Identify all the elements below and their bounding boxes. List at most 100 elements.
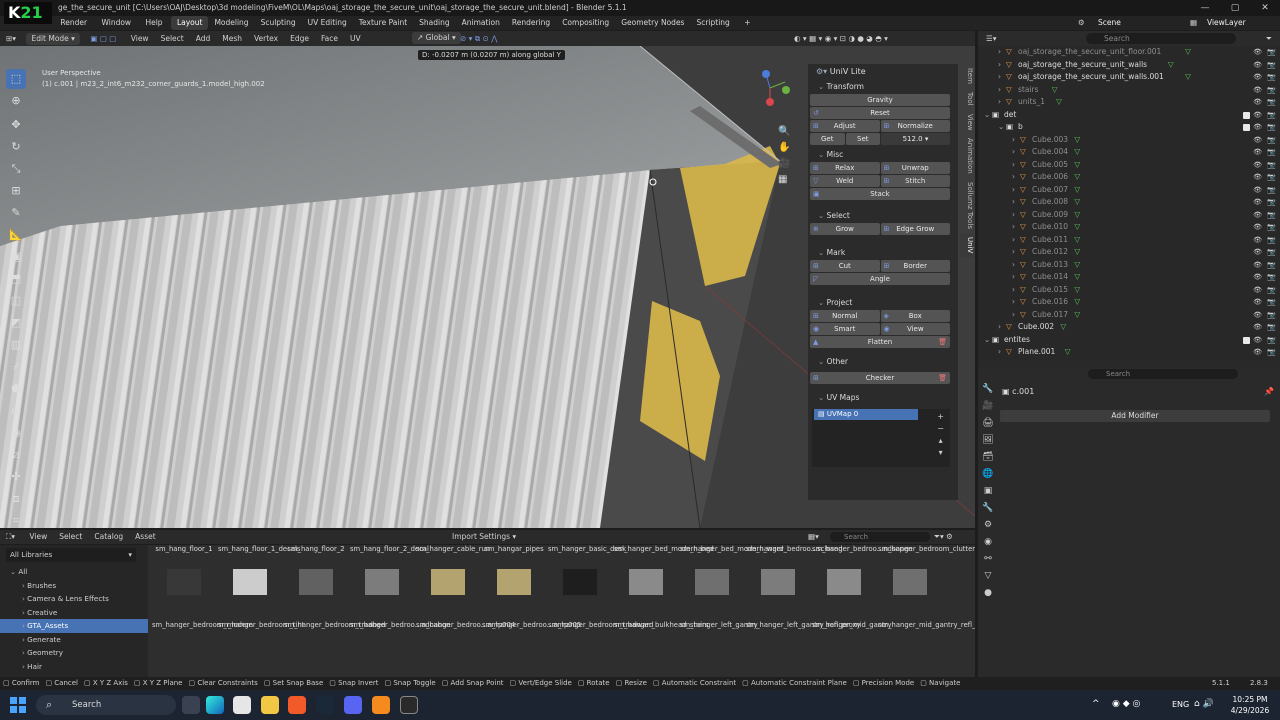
render-camera-icon[interactable]: 📷: [1267, 146, 1276, 159]
menu-render[interactable]: Render: [54, 16, 93, 30]
expand-arrow-icon[interactable]: ›: [1012, 196, 1015, 209]
properties-tabs[interactable]: 🔧 🎥 🖨 🖼 🗃 🌐 ▣ 🔧 ⚙ ◉ ⚯ ▽ ●: [980, 381, 996, 602]
asset-item[interactable]: sm_hanger_bed_modern_ward: [680, 545, 784, 605]
expand-arrow-icon[interactable]: ›: [1012, 221, 1015, 234]
asset-item[interactable]: sm_hang_floor_1: [152, 545, 216, 605]
catalog-item[interactable]: › Geometry: [0, 646, 148, 660]
render-camera-icon[interactable]: 📷: [1267, 121, 1276, 134]
render-camera-icon[interactable]: 📷: [1267, 196, 1276, 209]
outliner-row[interactable]: › ▽ Cube.003 ▽ 👁 📷: [978, 134, 1280, 147]
language-indicator[interactable]: ENG: [1172, 700, 1189, 709]
visibility-eye-icon[interactable]: 👁: [1253, 134, 1262, 147]
edge-browser-icon[interactable]: [206, 696, 224, 714]
uvmap-side-controls[interactable]: + − ▴ ▾: [937, 411, 944, 459]
project-header[interactable]: Project: [808, 295, 958, 310]
outliner-row[interactable]: ⌄ ▣ b 👁 📷: [978, 121, 1280, 134]
uvmap-list[interactable]: ▤ UVMap 0 + − ▴ ▾: [812, 409, 950, 467]
editor-type-icon[interactable]: ⊞▾: [0, 31, 22, 46]
visibility-eye-icon[interactable]: 👁: [1253, 196, 1262, 209]
normal-button[interactable]: ⊞ Normal: [810, 310, 880, 322]
visibility-eye-icon[interactable]: 👁: [1253, 184, 1262, 197]
outliner-search[interactable]: Search: [1086, 33, 1236, 44]
exclude-checkbox[interactable]: [1243, 111, 1250, 119]
tab-modeling[interactable]: Modeling: [208, 16, 254, 30]
tab-scripting[interactable]: Scripting: [690, 16, 735, 30]
transform-icon[interactable]: ⊞: [6, 181, 26, 201]
sidebar-tab-view[interactable]: View: [960, 110, 974, 135]
asset-item[interactable]: sm_hanger_bedroom_tradward: [548, 621, 653, 629]
add-workspace-icon[interactable]: +: [738, 16, 756, 30]
sidebar-tab-animation[interactable]: Animation: [960, 134, 974, 178]
render-camera-icon[interactable]: 📷: [1267, 334, 1276, 347]
unwrap-button[interactable]: ⊞ Unwrap: [880, 162, 950, 174]
rip-icon[interactable]: ⌗: [6, 511, 26, 531]
menu-vertex[interactable]: Vertex: [248, 31, 284, 46]
expand-arrow-icon[interactable]: ⌄: [984, 109, 990, 122]
expand-arrow-icon[interactable]: ›: [1012, 146, 1015, 159]
catalog-item[interactable]: ⌄ All: [0, 565, 148, 579]
other-header[interactable]: Other: [808, 354, 958, 369]
expand-arrow-icon[interactable]: ›: [998, 46, 1001, 59]
outliner-row[interactable]: › ▽ Cube.007 ▽ 👁 📷: [978, 184, 1280, 197]
move-icon[interactable]: ✥: [6, 115, 26, 135]
filter-icon[interactable]: ⏷: [1266, 31, 1272, 46]
knife-icon[interactable]: ⌿: [6, 357, 26, 377]
catalog-item[interactable]: › Camera & Lens Effects: [0, 592, 148, 606]
render-camera-icon[interactable]: 📷: [1267, 184, 1276, 197]
catalog-item[interactable]: › Brushes: [0, 579, 148, 593]
render-camera-icon[interactable]: 📷: [1267, 96, 1276, 109]
uvmaps-header[interactable]: UV Maps: [808, 390, 958, 405]
spin-icon[interactable]: ◍: [6, 401, 26, 421]
visibility-eye-icon[interactable]: 👁: [1253, 309, 1262, 322]
menu-help[interactable]: Help: [139, 16, 168, 30]
visibility-eye-icon[interactable]: 👁: [1253, 346, 1262, 359]
asset-item[interactable]: sm_hanger_bedroo...sclosed: [746, 545, 843, 605]
outliner-row[interactable]: › ▽ Plane.001 ▽ 👁 📷: [978, 346, 1280, 359]
expand-arrow-icon[interactable]: ›: [998, 346, 1001, 359]
render-camera-icon[interactable]: 📷: [1267, 134, 1276, 147]
render-camera-icon[interactable]: 📷: [1267, 259, 1276, 272]
checker-delete-icon[interactable]: 🗑: [938, 372, 947, 384]
exclude-checkbox[interactable]: [1243, 336, 1250, 344]
sidebar-tab-univ[interactable]: UniV: [960, 232, 974, 258]
select-mode-icons[interactable]: ▣ ▢ ▢: [84, 31, 122, 46]
display-mode-icon[interactable]: ▦▾: [808, 530, 819, 544]
asset-item[interactable]: sm_hanger_mid_gantry: [812, 621, 892, 629]
render-camera-icon[interactable]: 📷: [1267, 209, 1276, 222]
measure-icon[interactable]: 📐: [6, 225, 26, 245]
render-camera-icon[interactable]: 📷: [1267, 271, 1276, 284]
scale-icon[interactable]: ⤡: [6, 159, 26, 179]
render-camera-icon[interactable]: 📷: [1267, 159, 1276, 172]
tray-chevron-icon[interactable]: ^: [1092, 699, 1100, 709]
asset-item[interactable]: sm_hanger_bedroo...amp004: [416, 621, 515, 629]
tab-animation[interactable]: Animation: [456, 16, 506, 30]
asset-item[interactable]: sm_hanger_bed_modern_bed: [614, 545, 714, 605]
asset-item[interactable]: sm_hanger_bedroom_clutter: [878, 545, 975, 605]
visibility-eye-icon[interactable]: 👁: [1253, 159, 1262, 172]
asset-item[interactable]: sm_hanger_cable_run: [416, 545, 490, 605]
expand-arrow-icon[interactable]: ›: [1012, 246, 1015, 259]
inset-icon[interactable]: ◫: [6, 291, 26, 311]
asset-menu-catalog[interactable]: Catalog: [88, 530, 129, 544]
render-camera-icon[interactable]: 📷: [1267, 284, 1276, 297]
asset-filter-icon[interactable]: ⏷▾ ⚙: [934, 530, 953, 544]
asset-menu-asset[interactable]: Asset: [129, 530, 162, 544]
menu-window[interactable]: Window: [95, 16, 137, 30]
expand-arrow-icon[interactable]: ›: [998, 71, 1001, 84]
cursor-icon[interactable]: ⊕: [6, 91, 26, 111]
expand-arrow-icon[interactable]: ›: [1012, 159, 1015, 172]
outliner-row[interactable]: › ▽ Cube.004 ▽ 👁 📷: [978, 146, 1280, 159]
gravity-button[interactable]: Gravity: [810, 94, 950, 106]
outliner-row[interactable]: › ▽ Cube.002 ▽ 👁 📷: [978, 321, 1280, 334]
visibility-eye-icon[interactable]: 👁: [1253, 296, 1262, 309]
expand-arrow-icon[interactable]: ›: [1012, 234, 1015, 247]
tab-geometry-nodes[interactable]: Geometry Nodes: [615, 16, 690, 30]
library-dropdown[interactable]: All Libraries ▾: [6, 548, 136, 562]
visibility-eye-icon[interactable]: 👁: [1253, 46, 1262, 59]
visibility-eye-icon[interactable]: 👁: [1253, 321, 1262, 334]
menu-add[interactable]: Add: [190, 31, 217, 46]
expand-arrow-icon[interactable]: ⌄: [984, 334, 990, 347]
smart-button[interactable]: ◉ Smart: [810, 323, 880, 335]
outliner-row[interactable]: › ▽ Cube.008 ▽ 👁 📷: [978, 196, 1280, 209]
render-camera-icon[interactable]: 📷: [1267, 296, 1276, 309]
